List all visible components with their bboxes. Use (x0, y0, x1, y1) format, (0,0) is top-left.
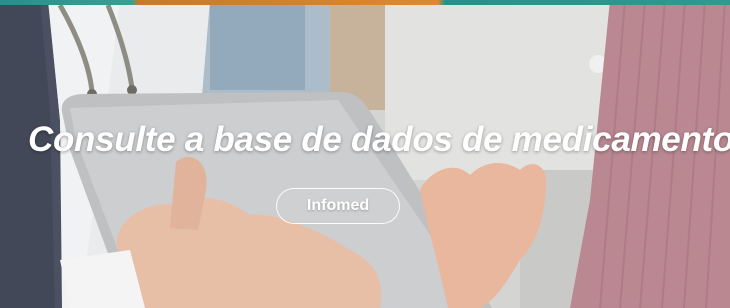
banner-title: Consulte a base de dados de medicamentos (28, 120, 730, 159)
hero-banner: Consulte a base de dados de medicamentos… (0, 0, 730, 308)
infomed-button[interactable]: Infomed (276, 188, 400, 224)
top-color-strip (0, 0, 730, 5)
